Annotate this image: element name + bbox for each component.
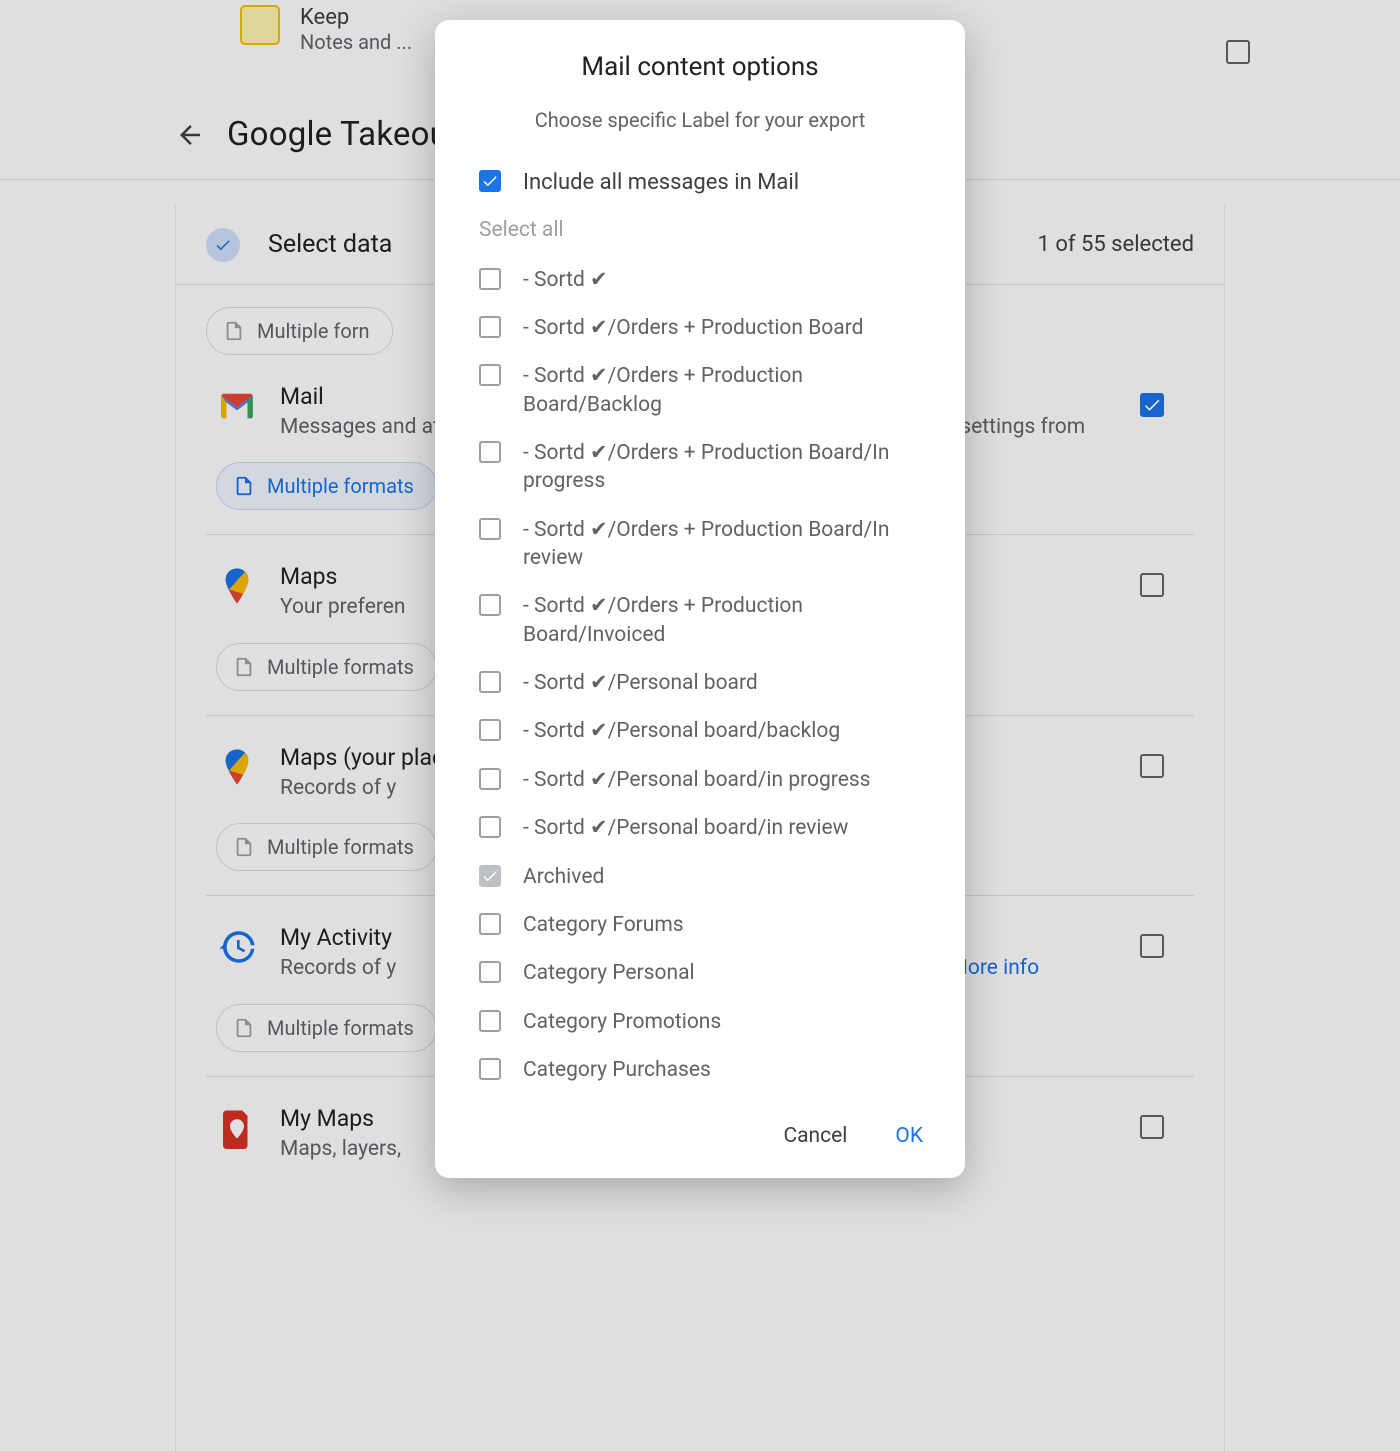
label-list: - Sortd ✔ - Sortd ✔/Orders + Production B… bbox=[471, 256, 929, 1095]
label-checkbox[interactable] bbox=[479, 671, 501, 693]
include-all-row: Include all messages in Mail bbox=[471, 158, 929, 208]
label-row: - Sortd ✔/Orders + Production Board/In p… bbox=[471, 429, 929, 506]
label-text: Category Purchases bbox=[523, 1056, 711, 1084]
label-text: - Sortd ✔/Personal board/in review bbox=[523, 814, 848, 842]
label-text: Category Promotions bbox=[523, 1008, 721, 1036]
label-row: - Sortd ✔/Personal board bbox=[471, 659, 929, 707]
dialog-body: Include all messages in Mail Select all … bbox=[435, 158, 965, 1094]
label-row: - Sortd ✔/Personal board/in progress bbox=[471, 756, 929, 804]
label-row: Archived bbox=[471, 853, 929, 901]
label-text: - Sortd ✔ bbox=[523, 266, 608, 294]
label-checkbox[interactable] bbox=[479, 268, 501, 290]
label-checkbox[interactable] bbox=[479, 441, 501, 463]
label-checkbox[interactable] bbox=[479, 364, 501, 386]
label-checkbox[interactable] bbox=[479, 816, 501, 838]
label-text: - Sortd ✔/Orders + Production Board bbox=[523, 314, 863, 342]
include-all-label: Include all messages in Mail bbox=[523, 168, 799, 198]
include-all-checkbox[interactable] bbox=[479, 170, 501, 192]
label-text: Category Personal bbox=[523, 959, 695, 987]
label-row: - Sortd ✔/Orders + Production Board/In r… bbox=[471, 506, 929, 583]
dialog-subtitle: Choose specific Label for your export bbox=[435, 108, 965, 132]
label-row: - Sortd ✔/Personal board/in review bbox=[471, 804, 929, 852]
label-checkbox[interactable] bbox=[479, 594, 501, 616]
dialog-title: Mail content options bbox=[435, 52, 965, 82]
label-text: - Sortd ✔/Orders + Production Board/In p… bbox=[523, 439, 929, 496]
label-text: - Sortd ✔/Personal board/backlog bbox=[523, 717, 840, 745]
label-text: - Sortd ✔/Personal board bbox=[523, 669, 758, 697]
select-all-link[interactable]: Select all bbox=[471, 214, 929, 256]
label-checkbox[interactable] bbox=[479, 913, 501, 935]
label-checkbox[interactable] bbox=[479, 865, 501, 887]
label-row: - Sortd ✔/Orders + Production Board/Back… bbox=[471, 352, 929, 429]
label-checkbox[interactable] bbox=[479, 1058, 501, 1080]
label-row: Category Personal bbox=[471, 949, 929, 997]
label-checkbox[interactable] bbox=[479, 961, 501, 983]
label-checkbox[interactable] bbox=[479, 316, 501, 338]
label-text: - Sortd ✔/Orders + Production Board/In r… bbox=[523, 516, 929, 573]
label-checkbox[interactable] bbox=[479, 1010, 501, 1032]
label-row: Category Forums bbox=[471, 901, 929, 949]
label-row: Category Purchases bbox=[471, 1046, 929, 1094]
label-text: - Sortd ✔/Orders + Production Board/Invo… bbox=[523, 592, 929, 649]
label-text: - Sortd ✔/Personal board/in progress bbox=[523, 766, 871, 794]
label-text: - Sortd ✔/Orders + Production Board/Back… bbox=[523, 362, 929, 419]
label-checkbox[interactable] bbox=[479, 719, 501, 741]
label-checkbox[interactable] bbox=[479, 768, 501, 790]
label-checkbox[interactable] bbox=[479, 518, 501, 540]
label-row: - Sortd ✔/Personal board/backlog bbox=[471, 707, 929, 755]
label-row: - Sortd ✔/Orders + Production Board bbox=[471, 304, 929, 352]
dialog-actions: Cancel OK bbox=[435, 1094, 965, 1154]
label-row: - Sortd ✔ bbox=[471, 256, 929, 304]
cancel-button[interactable]: Cancel bbox=[777, 1118, 853, 1154]
mail-content-options-dialog: Mail content options Choose specific Lab… bbox=[435, 20, 965, 1178]
label-text: Archived bbox=[523, 863, 604, 891]
label-text: Category Forums bbox=[523, 911, 684, 939]
label-row: - Sortd ✔/Orders + Production Board/Invo… bbox=[471, 582, 929, 659]
ok-button[interactable]: OK bbox=[889, 1118, 929, 1154]
label-row: Category Promotions bbox=[471, 998, 929, 1046]
